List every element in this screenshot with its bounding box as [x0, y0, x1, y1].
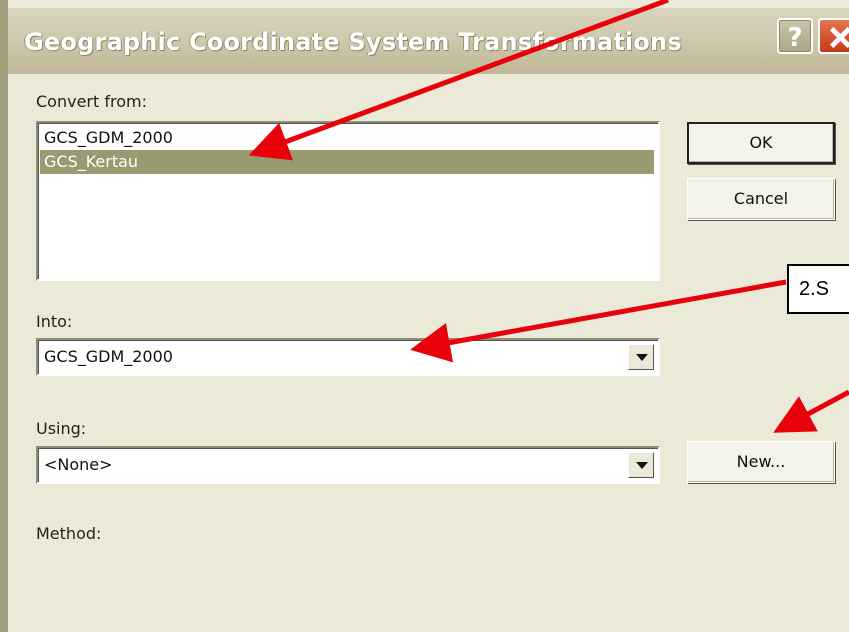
annotation-callout: 2.S [787, 264, 849, 314]
title-bar[interactable]: Geographic Coordinate System Transformat… [8, 8, 849, 74]
into-select[interactable]: GCS_GDM_2000 [36, 338, 660, 376]
window-border [0, 0, 8, 632]
using-select-value: <None> [44, 455, 113, 474]
cancel-button[interactable]: Cancel [687, 178, 835, 220]
list-item-selected[interactable]: GCS_Kertau [40, 150, 654, 174]
dialog-window: Geographic Coordinate System Transformat… [0, 0, 849, 632]
arrow-to-new-button [773, 389, 849, 433]
convert-from-list[interactable]: GCS_GDM_2000 GCS_Kertau [36, 121, 660, 281]
into-select-value: GCS_GDM_2000 [44, 347, 173, 366]
into-label: Into: [36, 312, 73, 331]
new-button[interactable]: New... [687, 441, 835, 483]
help-button[interactable]: ? [777, 18, 813, 54]
help-icon: ? [787, 23, 803, 53]
chevron-down-icon[interactable] [628, 452, 654, 478]
using-label: Using: [36, 419, 87, 438]
close-button[interactable] [818, 18, 849, 54]
using-select[interactable]: <None> [36, 446, 660, 484]
list-item[interactable]: GCS_GDM_2000 [40, 126, 654, 150]
ok-button[interactable]: OK [687, 122, 835, 164]
window-title: Geographic Coordinate System Transformat… [24, 28, 682, 56]
convert-from-label: Convert from: [36, 92, 147, 111]
method-label: Method: [36, 524, 102, 543]
chevron-down-icon[interactable] [628, 344, 654, 370]
